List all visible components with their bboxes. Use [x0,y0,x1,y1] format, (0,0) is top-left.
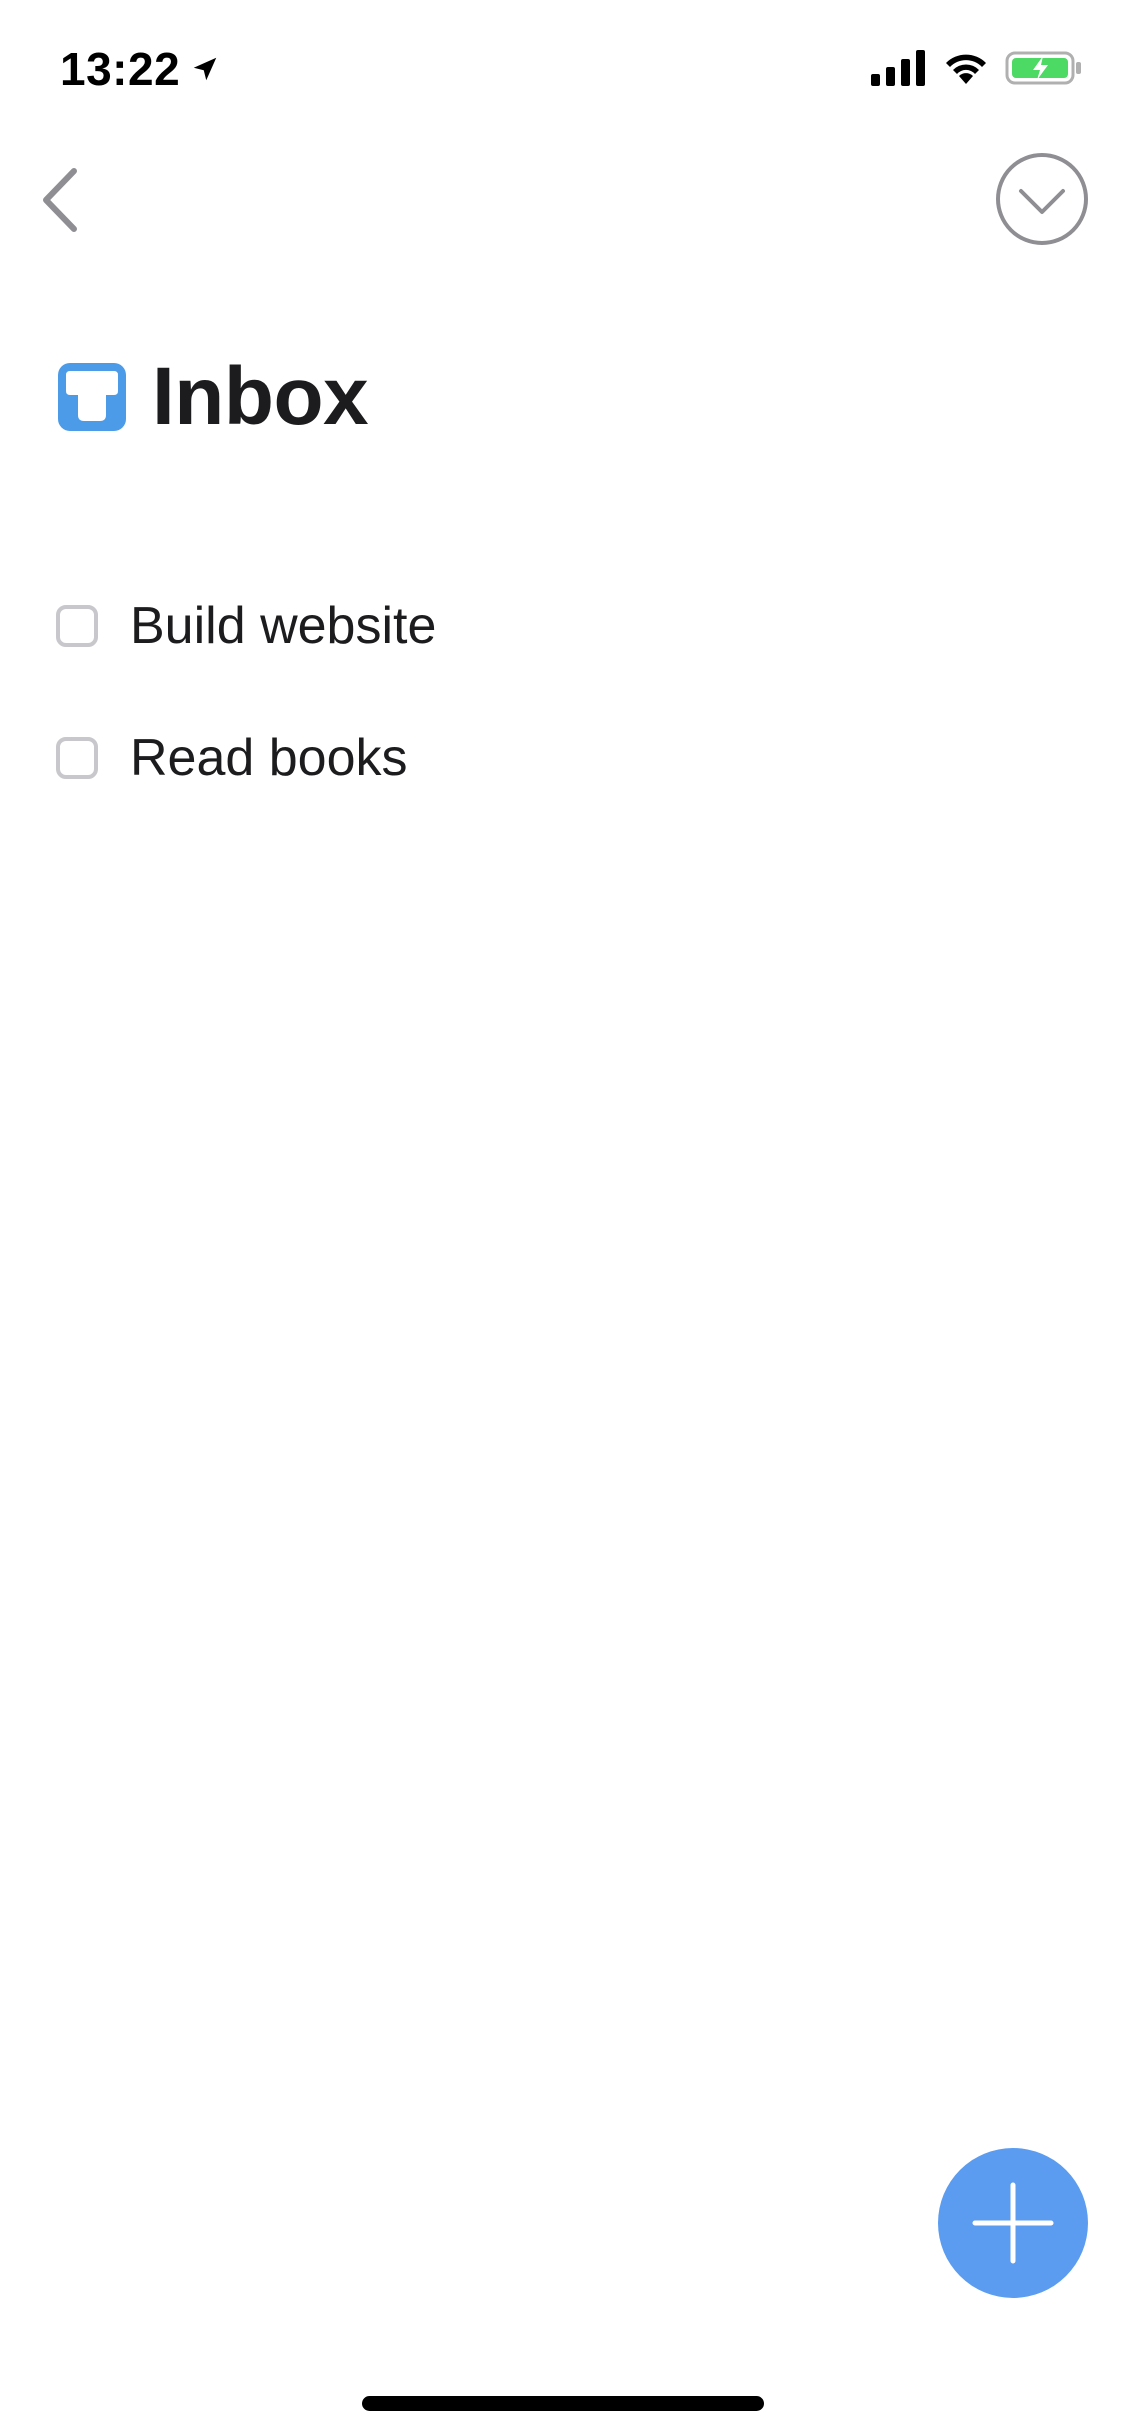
status-time: 13:22 [60,42,220,96]
inbox-tray-icon [58,363,126,431]
location-arrow-icon [193,57,217,81]
battery-charging-icon [1005,51,1081,85]
page-header: Inbox [56,350,369,444]
task-item[interactable]: Build website [56,560,1056,692]
task-list: Build website Read books [56,560,1056,824]
task-label[interactable]: Build website [130,596,436,656]
circle-chevron-down-icon [996,153,1088,245]
task-checkbox[interactable] [56,605,98,647]
task-item[interactable]: Read books [56,692,1056,824]
task-label[interactable]: Read books [130,728,408,788]
back-button[interactable] [30,160,90,240]
status-bar: 13:22 [0,0,1125,132]
add-task-button[interactable] [938,2148,1088,2298]
chevron-left-icon [43,168,77,232]
status-time-text: 13:22 [60,43,181,95]
plus-icon [972,2182,1054,2264]
wifi-icon [946,54,986,84]
cellular-signal-icon [871,50,925,86]
page-title: Inbox [152,351,369,442]
status-icons [871,50,1083,86]
complete-tasks-button[interactable] [995,152,1089,246]
task-checkbox[interactable] [56,737,98,779]
home-indicator[interactable] [362,2396,764,2411]
